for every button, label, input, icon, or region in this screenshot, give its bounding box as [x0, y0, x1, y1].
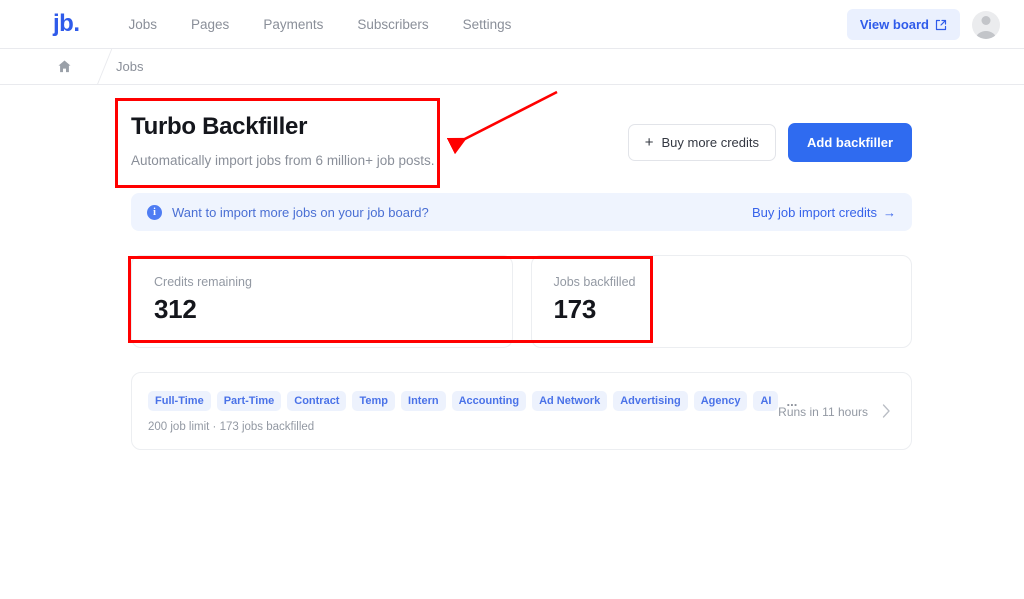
arrow-right-icon: → — [883, 204, 896, 220]
app-window: jb. Jobs Pages Payments Subscribers Sett… — [0, 0, 1024, 599]
backfiller-runs-label: Runs in 11 hours — [778, 405, 868, 420]
info-banner-left: i Want to import more jobs on your job b… — [147, 204, 429, 220]
page-subtitle: Automatically import jobs from 6 million… — [131, 152, 435, 168]
tag-ai[interactable]: AI — [753, 391, 779, 412]
page-header: Turbo Backfiller Automatically import jo… — [0, 85, 1024, 169]
backfiller-row[interactable]: Full-Time Part-Time Contract Temp Intern… — [131, 372, 912, 451]
info-banner-text: Want to import more jobs on your job boa… — [172, 204, 429, 220]
avatar-body — [976, 30, 996, 39]
chevron-right-icon — [882, 404, 891, 420]
nav-item-settings[interactable]: Settings — [446, 11, 529, 38]
stat-card-credits-remaining: Credits remaining 312 — [131, 255, 513, 349]
info-banner: i Want to import more jobs on your job b… — [131, 193, 912, 232]
tag-accounting[interactable]: Accounting — [451, 391, 527, 412]
breadcrumb-separator — [72, 49, 112, 85]
stat-label: Jobs backfilled — [553, 275, 636, 290]
stat-value: 173 — [553, 294, 597, 325]
tag-advertising[interactable]: Advertising — [613, 391, 688, 412]
stat-label: Credits remaining — [154, 275, 252, 290]
info-circle-icon: i — [147, 204, 162, 220]
stat-value: 312 — [154, 294, 197, 325]
external-link-icon — [935, 19, 947, 31]
tag-agency[interactable]: Agency — [693, 391, 748, 412]
tag-intern[interactable]: Intern — [401, 391, 446, 412]
top-navigation-bar: jb. Jobs Pages Payments Subscribers Sett… — [0, 0, 1024, 49]
nav-item-jobs[interactable]: Jobs — [112, 11, 175, 38]
backfiller-tag-list: Full-Time Part-Time Contract Temp Intern… — [148, 391, 797, 412]
primary-nav-links: Jobs Pages Payments Subscribers Settings — [112, 11, 529, 38]
nav-item-payments[interactable]: Payments — [246, 11, 340, 38]
tag-ad-network[interactable]: Ad Network — [532, 391, 608, 412]
home-icon[interactable] — [56, 59, 72, 75]
backfiller-meta: 200 job limit · 173 jobs backfilled — [148, 421, 315, 434]
add-backfiller-button[interactable]: Add backfiller — [788, 123, 912, 162]
breadcrumb-item-jobs[interactable]: Jobs — [116, 59, 143, 74]
stat-card-jobs-backfilled: Jobs backfilled 173 — [530, 255, 912, 349]
breadcrumb: Jobs — [0, 49, 1024, 85]
nav-right-group: View board — [846, 0, 1000, 49]
backfiller-details: Full-Time Part-Time Contract Temp Intern… — [148, 391, 797, 434]
tag-contract[interactable]: Contract — [287, 391, 347, 412]
page-header-text: Turbo Backfiller Automatically import jo… — [131, 113, 435, 169]
brand-logo[interactable]: jb. — [53, 12, 80, 36]
view-board-button[interactable]: View board — [846, 9, 960, 40]
plus-icon: + — [644, 134, 654, 151]
buy-more-credits-label: Buy more credits — [661, 135, 760, 150]
page-title: Turbo Backfiller — [131, 113, 308, 140]
tag-part-time[interactable]: Part-Time — [216, 391, 282, 412]
avatar-head — [981, 15, 991, 25]
page-header-actions: + Buy more credits Add backfiller — [627, 123, 912, 162]
buy-job-import-credits-link[interactable]: Buy job import credits → — [752, 205, 896, 220]
stat-cards: Credits remaining 312 Jobs backfilled 17… — [131, 255, 912, 349]
tag-temp[interactable]: Temp — [352, 391, 396, 412]
nav-item-subscribers[interactable]: Subscribers — [340, 11, 445, 38]
main-content: Turbo Backfiller Automatically import jo… — [0, 85, 1024, 451]
view-board-label: View board — [859, 17, 929, 32]
backfiller-schedule[interactable]: Runs in 11 hours — [778, 404, 891, 420]
tag-full-time[interactable]: Full-Time — [148, 391, 211, 412]
buy-job-import-credits-label: Buy job import credits — [752, 204, 877, 220]
user-avatar-icon[interactable] — [972, 10, 1000, 39]
buy-more-credits-button[interactable]: + Buy more credits — [627, 124, 777, 161]
nav-item-pages[interactable]: Pages — [174, 11, 246, 38]
